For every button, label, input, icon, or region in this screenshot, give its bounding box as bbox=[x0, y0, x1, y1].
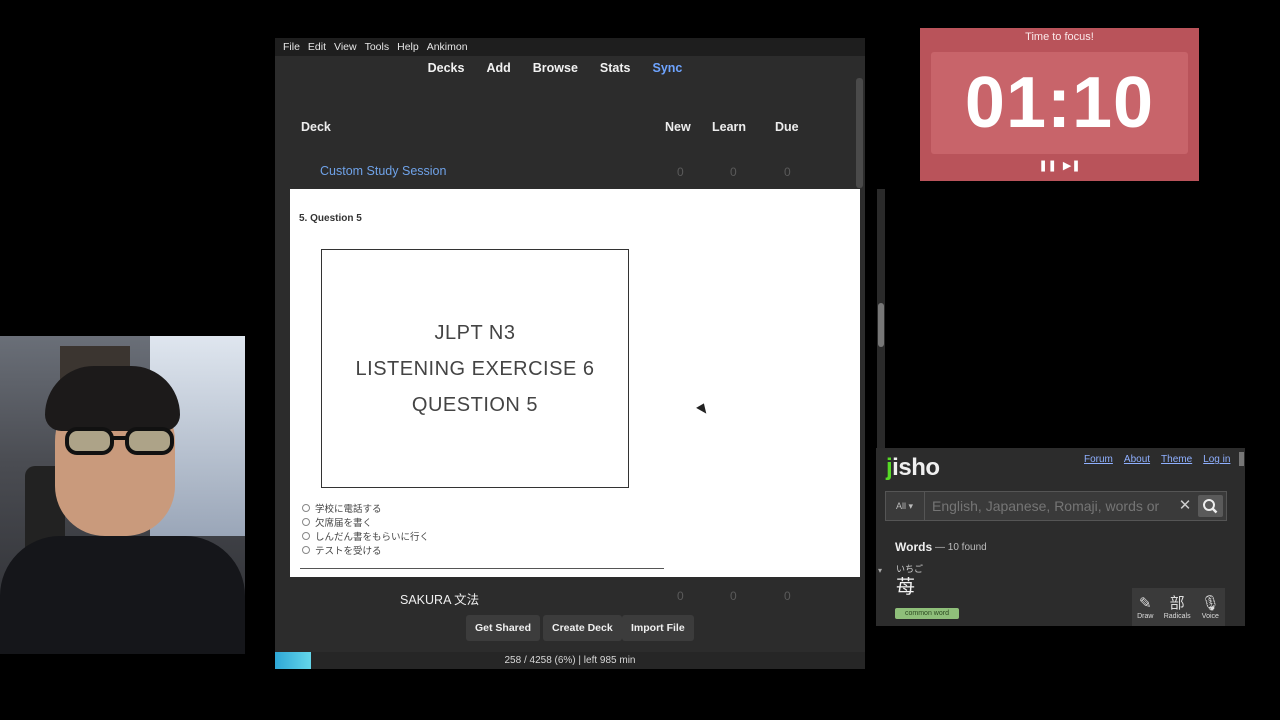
deck-new-count: 0 bbox=[677, 589, 684, 603]
clear-icon[interactable]: ✕ bbox=[1177, 491, 1193, 521]
status-text: 258 / 4258 (6%) | left 985 min bbox=[504, 655, 636, 666]
search-icon bbox=[1203, 499, 1218, 514]
link-forum[interactable]: Forum bbox=[1084, 454, 1113, 465]
timer-time: 01:10 bbox=[964, 63, 1155, 143]
tool-label: Draw bbox=[1137, 612, 1154, 620]
words-count: — 10 found bbox=[935, 542, 987, 553]
radicals-tool[interactable]: 部 Radicals bbox=[1164, 595, 1191, 620]
menu-view[interactable]: View bbox=[334, 41, 357, 53]
pause-icon[interactable]: ❚❚ bbox=[1038, 159, 1056, 172]
menu-edit[interactable]: Edit bbox=[308, 41, 326, 53]
menu-ankimon[interactable]: Ankimon bbox=[427, 41, 468, 53]
column-deck: Deck bbox=[301, 120, 331, 134]
divider bbox=[300, 568, 664, 569]
column-due: Due bbox=[775, 120, 799, 134]
jisho-logo[interactable]: jisho bbox=[886, 454, 940, 482]
focus-timer: Time to focus! 01:10 ❚❚ ▶❚ bbox=[920, 28, 1199, 181]
word-kanji[interactable]: 苺 bbox=[896, 572, 915, 599]
main-toolbar: Decks Add Browse Stats Sync bbox=[275, 56, 865, 80]
voice-icon: 🎙 bbox=[1200, 594, 1220, 612]
deck-new-count: 0 bbox=[677, 165, 684, 179]
answer-option[interactable]: しんだん書をもらいに行く bbox=[302, 529, 429, 543]
answer-option[interactable]: 学校に電話する bbox=[302, 501, 382, 515]
menu-help[interactable]: Help bbox=[397, 41, 419, 53]
chevron-down-icon: ▾ bbox=[908, 501, 914, 511]
tool-label: Voice bbox=[1201, 612, 1219, 620]
deck-sakura[interactable]: SAKURA 文法 bbox=[400, 589, 479, 608]
radio-icon[interactable] bbox=[302, 518, 310, 526]
search-filter-select[interactable]: All ▾ bbox=[885, 491, 925, 521]
webcam-feed bbox=[0, 336, 245, 654]
toolbar-decks[interactable]: Decks bbox=[428, 61, 465, 75]
option-label: テストを受ける bbox=[315, 546, 382, 557]
column-learn: Learn bbox=[712, 120, 747, 134]
skip-icon[interactable]: ▶❚ bbox=[1063, 159, 1081, 172]
create-deck-button[interactable]: Create Deck bbox=[543, 615, 622, 641]
toolbar-stats[interactable]: Stats bbox=[600, 61, 631, 75]
input-tools: ✎ Draw 部 Radicals 🎙 Voice bbox=[1132, 588, 1225, 626]
menu-bar: File Edit View Tools Help Ankimon bbox=[275, 38, 865, 56]
radicals-icon: 部 bbox=[1169, 594, 1185, 612]
menu-file[interactable]: File bbox=[283, 41, 300, 53]
deck-learn-count: 0 bbox=[730, 165, 737, 179]
link-about[interactable]: About bbox=[1124, 454, 1150, 465]
search-button[interactable] bbox=[1198, 495, 1223, 517]
option-label: 学校に電話する bbox=[315, 504, 382, 515]
menu-tools[interactable]: Tools bbox=[365, 41, 390, 53]
image-line: LISTENING EXERCISE 6 bbox=[355, 357, 595, 380]
timer-controls: ❚❚ ▶❚ bbox=[920, 159, 1199, 172]
timer-label: Time to focus! bbox=[1025, 31, 1094, 43]
image-line: JLPT N3 bbox=[434, 321, 516, 344]
deck-due-count: 0 bbox=[784, 589, 791, 603]
option-label: しんだん書をもらいに行く bbox=[315, 532, 430, 543]
draw-tool[interactable]: ✎ Draw bbox=[1137, 595, 1153, 620]
jisho-logo-text: jisho bbox=[886, 454, 940, 481]
question-image: JLPT N3 LISTENING EXERCISE 6 QUESTION 5 bbox=[321, 249, 629, 488]
jisho-scrollbar[interactable] bbox=[1239, 452, 1244, 466]
filter-label: All bbox=[895, 501, 906, 511]
webcam-hair bbox=[45, 366, 180, 431]
webcam-glasses bbox=[65, 427, 174, 455]
quiz-panel: 5. Question 5 JLPT N3 LISTENING EXERCISE… bbox=[290, 189, 860, 577]
link-login[interactable]: Log in bbox=[1203, 454, 1230, 465]
answer-option[interactable]: 欠席届を書く bbox=[302, 515, 372, 529]
deck-list-scrollbar[interactable] bbox=[856, 78, 863, 188]
search-input[interactable] bbox=[932, 491, 1172, 521]
webcam-shirt bbox=[0, 536, 245, 654]
get-shared-button[interactable]: Get Shared bbox=[466, 615, 541, 641]
image-line: QUESTION 5 bbox=[411, 393, 539, 416]
deck-learn-count: 0 bbox=[730, 589, 737, 603]
deck-custom-study[interactable]: Custom Study Session bbox=[320, 164, 446, 178]
draw-icon: ✎ bbox=[1139, 594, 1152, 612]
collapse-icon[interactable]: ▾ bbox=[878, 566, 882, 575]
question-title: 5. Question 5 bbox=[299, 213, 362, 224]
link-theme[interactable]: Theme bbox=[1161, 454, 1192, 465]
deck-due-count: 0 bbox=[784, 165, 791, 179]
radio-icon[interactable] bbox=[302, 532, 310, 540]
toolbar-add[interactable]: Add bbox=[486, 61, 510, 75]
words-heading: Words bbox=[895, 540, 933, 554]
jisho-panel: jisho Forum About Theme Log in All ▾ ✕ W… bbox=[876, 448, 1245, 626]
voice-tool[interactable]: 🎙 Voice bbox=[1201, 595, 1220, 620]
common-word-badge: common word bbox=[895, 608, 959, 619]
import-file-button[interactable]: Import File bbox=[622, 615, 694, 641]
toolbar-browse[interactable]: Browse bbox=[533, 61, 578, 75]
jisho-nav: Forum About Theme Log in bbox=[1084, 454, 1230, 465]
option-label: 欠席届を書く bbox=[315, 518, 373, 529]
radio-icon[interactable] bbox=[302, 504, 310, 512]
answer-option[interactable]: テストを受ける bbox=[302, 543, 382, 557]
column-new: New bbox=[665, 120, 691, 134]
toolbar-sync[interactable]: Sync bbox=[653, 61, 683, 75]
quiz-scrollbar-thumb[interactable] bbox=[878, 303, 884, 347]
radio-icon[interactable] bbox=[302, 546, 310, 554]
tool-label: Radicals bbox=[1163, 612, 1191, 620]
